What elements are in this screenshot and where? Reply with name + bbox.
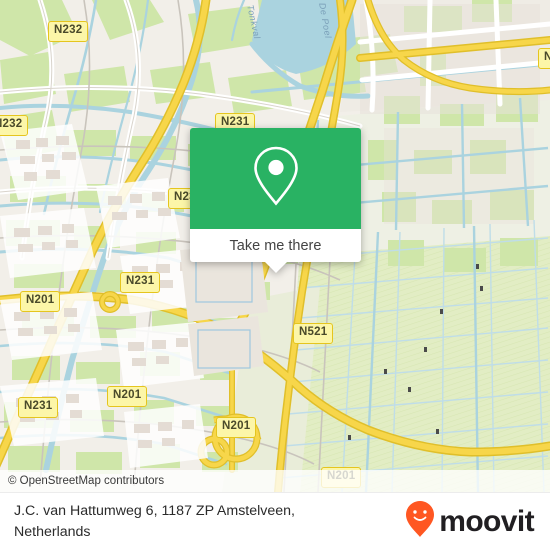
- map-canvas[interactable]: N232N232N231N231N231N201N231N201N201N201…: [0, 0, 550, 492]
- map-attribution-bar: © OpenStreetMap contributors: [0, 470, 550, 492]
- map-page: N232N232N231N231N231N201N231N201N201N201…: [0, 0, 550, 550]
- road-shield: N231: [18, 397, 59, 418]
- moovit-smiley-pin-icon: [405, 500, 435, 543]
- popup-header: [190, 128, 361, 229]
- road-shield: N201: [107, 386, 148, 407]
- location-pin-icon: [251, 145, 301, 212]
- road-shield: N521: [293, 323, 334, 344]
- take-me-there-button[interactable]: Take me there: [230, 238, 322, 254]
- osm-attribution-text[interactable]: © OpenStreetMap contributors: [0, 475, 164, 487]
- footer-bar: J.C. van Hattumweg 6, 1187 ZP Amstelveen…: [0, 492, 550, 550]
- popup-tail: [264, 262, 287, 273]
- moovit-wordmark: moovit: [439, 504, 534, 538]
- road-shield: N232: [48, 21, 89, 42]
- road-shield: N231: [120, 272, 161, 293]
- address-block: J.C. van Hattumweg 6, 1187 ZP Amstelveen…: [14, 501, 295, 541]
- address-line-2: Netherlands: [14, 523, 91, 540]
- popup-action-row[interactable]: Take me there: [190, 229, 361, 262]
- road-shield: N201: [216, 417, 257, 438]
- address-line-1: J.C. van Hattumweg 6, 1187 ZP Amstelveen…: [14, 503, 295, 520]
- moovit-logo[interactable]: moovit: [405, 500, 535, 543]
- road-shield: N232: [0, 115, 29, 136]
- destination-popup[interactable]: Take me there: [190, 128, 361, 273]
- road-shield: N232: [538, 48, 550, 69]
- road-shield: N201: [20, 291, 61, 312]
